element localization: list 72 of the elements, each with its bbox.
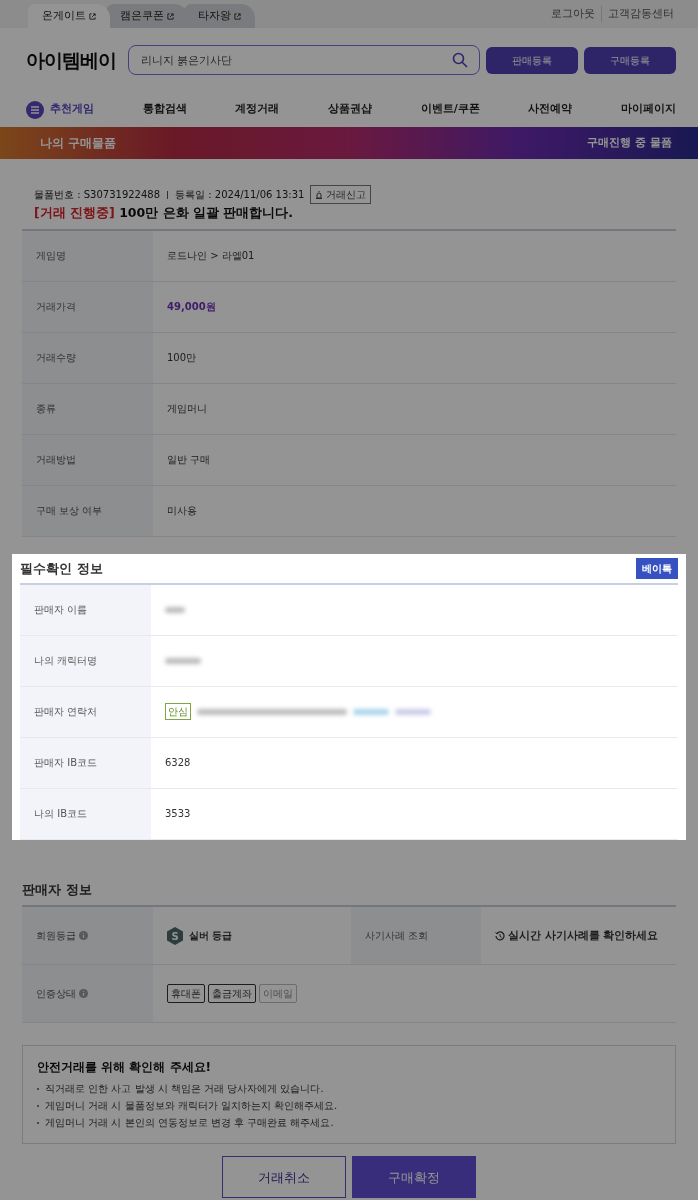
verification-tag: 이메일: [259, 984, 297, 1004]
header-button[interactable]: 구매등록: [584, 46, 676, 74]
nav-link[interactable]: 이벤트/쿠폰: [420, 101, 480, 118]
item-title: [거래 진행중] 100만 은화 일괄 판매합니다.: [33, 204, 295, 222]
field-label: 판매자 IB코드: [20, 737, 151, 788]
field-label: 거래방법: [22, 434, 153, 485]
notice-title: 안전거래를 위해 확인해 주세요!: [37, 1059, 212, 1077]
field-value: 게임머니: [166, 402, 207, 417]
field-label: 거래가격: [22, 281, 153, 332]
field-value: 로드나인 > 라엘01: [166, 249, 255, 264]
field-label: 사기사례 조회: [351, 907, 481, 965]
site-tab[interactable]: 타자왕: [184, 4, 255, 28]
section-title: 판매자 정보: [22, 880, 93, 899]
verification-tag: 출금계좌: [208, 984, 256, 1004]
redacted-text: [395, 708, 431, 715]
nav-link[interactable]: 상품권샵: [327, 101, 372, 118]
logo[interactable]: 아이템베이: [26, 45, 116, 75]
search-icon[interactable]: [452, 52, 468, 68]
external-link-icon: [234, 12, 241, 20]
field-value: 3533: [165, 807, 191, 822]
field-label: 판매자 연락처: [20, 686, 151, 737]
info-icon[interactable]: [79, 931, 88, 941]
field-value: 일반 구매: [166, 453, 211, 468]
grade-text: 실버 등급: [189, 929, 233, 944]
redacted-text: [165, 657, 201, 664]
nav-link[interactable]: 사전예약: [528, 101, 573, 118]
site-tab[interactable]: 온게이트: [28, 4, 110, 28]
field-label: 종류: [22, 383, 153, 434]
field-value: 6328: [165, 756, 191, 771]
info-icon[interactable]: [79, 989, 88, 999]
notice-item: 직거래로 인한 사고 발생 시 책임은 거래 당사자에게 있습니다.: [45, 1082, 324, 1097]
notice-item: 게임머니 거래 시 물품정보와 캐릭터가 일치하는지 확인해주세요.: [45, 1099, 338, 1114]
top-link[interactable]: 로그아웃: [551, 6, 595, 22]
grade-badge: S: [167, 926, 183, 945]
item-number: 물품번호 : S30731922488: [34, 188, 161, 202]
field-value: 49,000원: [166, 300, 216, 315]
siren-icon: [315, 190, 324, 199]
field-label: 판매자 이름: [20, 584, 151, 635]
safe-tag: 안심: [165, 703, 191, 721]
header-button[interactable]: 판매등록: [486, 46, 578, 74]
external-link-icon: [89, 12, 96, 20]
external-link-icon: [167, 12, 174, 20]
nav-link[interactable]: 마이페이지: [620, 101, 676, 118]
field-label: 나의 IB코드: [20, 788, 151, 839]
nav-link[interactable]: 계정거래: [235, 101, 280, 118]
nav-link[interactable]: 통합검색: [142, 101, 187, 118]
notice-item: 게임머니 거래 시 본인의 연동정보로 변경 후 구매완료 해주세요.: [45, 1116, 334, 1131]
nav-link[interactable]: 추천게임: [50, 101, 94, 118]
cancel-button[interactable]: 거래취소: [222, 1156, 346, 1199]
field-label: 나의 캐릭터명: [20, 635, 151, 686]
field-label: 인증상태: [36, 987, 76, 1002]
search-field[interactable]: 리니지 붉은기사단: [128, 45, 480, 75]
field-value: 미사용: [166, 504, 197, 519]
registration-date: 등록일 : 2024/11/06 13:31: [175, 188, 305, 202]
history-icon: [495, 930, 505, 941]
menu-icon[interactable]: [26, 100, 44, 119]
field-label: 게임명: [22, 230, 153, 281]
redacted-text: [165, 606, 185, 613]
field-value: 100만: [166, 351, 197, 366]
section-title: 필수확인 정보: [20, 559, 103, 578]
confirm-button[interactable]: 구매확정: [352, 1156, 476, 1199]
field-label: 구매 보상 여부: [22, 485, 153, 536]
report-button[interactable]: 거래신고: [310, 185, 372, 204]
fraud-check-link[interactable]: 실시간 사기사례를 확인하세요: [481, 907, 659, 965]
banner-link[interactable]: 구매진행 중 물품: [587, 134, 672, 152]
chat-badge[interactable]: 베이톡: [636, 557, 678, 579]
top-link[interactable]: 고객감동센터: [608, 6, 674, 22]
field-label: 거래수량: [22, 332, 153, 383]
field-label: 회원등급: [36, 929, 76, 944]
verification-tag: 휴대폰: [167, 984, 205, 1004]
banner-title: 나의 구매물품: [40, 135, 117, 152]
redacted-text: [353, 708, 389, 715]
